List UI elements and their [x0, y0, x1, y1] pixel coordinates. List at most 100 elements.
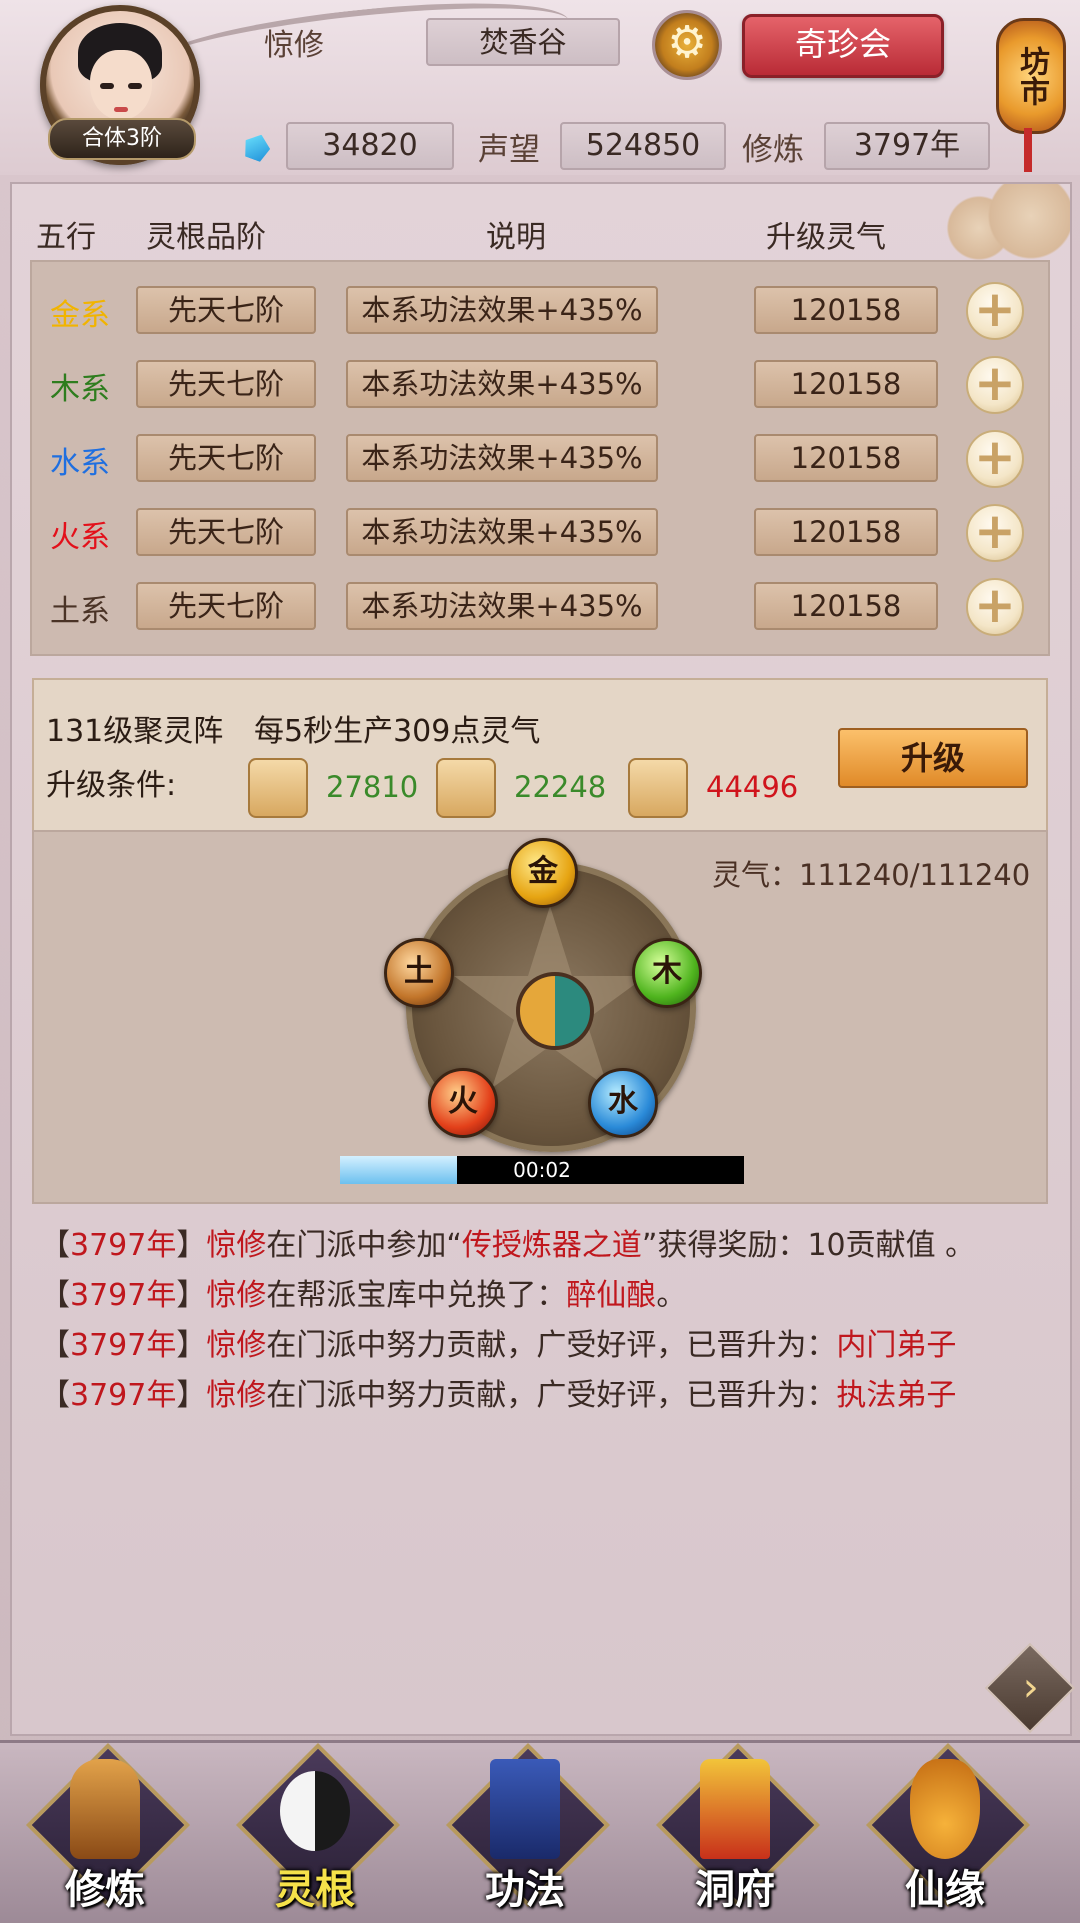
- nav-label: 灵根: [275, 1867, 355, 1913]
- grade-cell: 先天七阶: [136, 582, 316, 630]
- upgrade-plus-button[interactable]: +: [966, 356, 1024, 414]
- metal-orb[interactable]: 金: [508, 838, 578, 908]
- nav-label: 洞府: [695, 1867, 775, 1913]
- cultivation-years: 3797年: [824, 122, 990, 170]
- log-text-end: ”获得奖励：10贡献值 。: [641, 1228, 976, 1263]
- log-highlight: 内门弟子: [836, 1328, 957, 1363]
- cost-cell: 120158: [754, 360, 938, 408]
- log-text: 在门派中努力贡献，广受好评，已晋升为：: [266, 1328, 837, 1363]
- upgrade-button[interactable]: 升级: [838, 728, 1028, 788]
- table-row: 土系 先天七阶 本系功法效果+435% 120158 +: [32, 572, 1048, 642]
- description-cell: 本系功法效果+435%: [346, 508, 658, 556]
- log-year: 3797年: [70, 1278, 177, 1313]
- nav-fate[interactable]: 仙缘: [860, 1742, 1031, 1921]
- grade-cell: 先天七阶: [136, 286, 316, 334]
- cloud-decoration: [940, 184, 1070, 264]
- log-highlight: 醉仙酿: [566, 1278, 657, 1313]
- log-entry: 【3797年】惊修在帮派宝库中兑换了：醉仙酿。: [40, 1278, 687, 1313]
- manual-icon: [490, 1759, 560, 1859]
- nav-label: 修炼: [65, 1867, 145, 1913]
- ore-cost: 27810: [326, 770, 419, 804]
- gear-icon[interactable]: ⚙: [652, 10, 722, 80]
- herb-icon: [628, 758, 688, 818]
- spirit-root-table: 金系 先天七阶 本系功法效果+435% 120158 + 木系 先天七阶 本系功…: [30, 260, 1050, 656]
- element-name: 火系: [50, 520, 110, 555]
- array-production: 每5秒生产309点灵气: [254, 714, 541, 749]
- lantern-tassel: [1024, 128, 1032, 172]
- wood-icon: [436, 758, 496, 818]
- log-player: 惊修: [206, 1328, 267, 1363]
- cost-cell: 120158: [754, 582, 938, 630]
- log-entry: 【3797年】惊修在门派中参加“传授炼器之道”获得奖励：10贡献值 。: [40, 1228, 976, 1263]
- header-description: 说明: [486, 220, 546, 255]
- upgrade-plus-button[interactable]: +: [966, 504, 1024, 562]
- log-year: 3797年: [70, 1228, 177, 1263]
- table-row: 金系 先天七阶 本系功法效果+435% 120158 +: [32, 276, 1048, 346]
- nav-cultivate[interactable]: 修炼: [20, 1742, 191, 1921]
- market-sign: 坊市: [996, 18, 1066, 134]
- log-text: 在帮派宝库中兑换了：: [266, 1278, 567, 1313]
- header-grade: 灵根品阶: [146, 220, 266, 255]
- grade-cell: 先天七阶: [136, 434, 316, 482]
- log-player: 惊修: [206, 1378, 267, 1413]
- description-cell: 本系功法效果+435%: [346, 582, 658, 630]
- log-text-end: 。: [656, 1278, 687, 1313]
- description-cell: 本系功法效果+435%: [346, 286, 658, 334]
- sect-name: 焚香谷: [426, 18, 620, 66]
- reputation-value: 524850: [560, 122, 726, 170]
- top-bar: 合体3阶 惊修 焚香谷 ⚙ 奇珍会 坊市 34820 声望 524850 修炼 …: [0, 0, 1080, 175]
- earth-orb[interactable]: 土: [384, 938, 454, 1008]
- gem-count: 34820: [286, 122, 454, 170]
- log-text: 在门派中努力贡献，广受好评，已晋升为：: [266, 1378, 837, 1413]
- lingqi-counter: 灵气：111240/111240: [712, 858, 1031, 892]
- player-name: 惊修: [264, 28, 324, 63]
- grade-cell: 先天七阶: [136, 508, 316, 556]
- nav-label: 功法: [485, 1867, 565, 1913]
- element-name: 土系: [50, 594, 110, 629]
- upgrade-plus-button[interactable]: +: [966, 430, 1024, 488]
- grade-cell: 先天七阶: [136, 360, 316, 408]
- log-highlight: 传授炼器之道: [461, 1228, 642, 1263]
- avatar-eye-left: [100, 83, 114, 89]
- table-row: 木系 先天七阶 本系功法效果+435% 120158 +: [32, 350, 1048, 420]
- water-orb[interactable]: 水: [588, 1068, 658, 1138]
- nav-cave[interactable]: 洞府: [650, 1742, 821, 1921]
- array-level: 131级聚灵阵: [46, 714, 224, 749]
- cultivation-label: 修炼: [742, 132, 804, 168]
- log-entry: 【3797年】惊修在门派中努力贡献，广受好评，已晋升为：执法弟子: [40, 1378, 957, 1413]
- log-player: 惊修: [206, 1278, 267, 1313]
- header-element: 五行: [36, 220, 96, 255]
- upgrade-condition-label: 升级条件:: [46, 768, 177, 803]
- avatar-mouth: [114, 107, 128, 112]
- log-highlight: 执法弟子: [836, 1378, 957, 1413]
- gather-progress-bar: 00:02: [340, 1156, 744, 1184]
- market-lantern-button[interactable]: 坊市: [990, 0, 1068, 175]
- gather-array-panel: 131级聚灵阵 每5秒生产309点灵气 升级条件: 27810 22248 44…: [32, 678, 1048, 832]
- nav-label: 仙缘: [905, 1867, 985, 1913]
- wood-orb[interactable]: 木: [632, 938, 702, 1008]
- upgrade-plus-button[interactable]: +: [966, 282, 1024, 340]
- herb-cost: 44496: [706, 770, 799, 804]
- spirit-root-icon: [280, 1771, 350, 1851]
- upgrade-plus-button[interactable]: +: [966, 578, 1024, 636]
- cave-icon: [700, 1759, 770, 1859]
- nav-spirit-root[interactable]: 灵根: [230, 1742, 401, 1921]
- progress-timer: 00:02: [513, 1158, 571, 1182]
- element-name: 水系: [50, 446, 110, 481]
- bottom-nav: 修炼 灵根 功法 洞府 仙缘: [0, 1740, 1080, 1923]
- log-year: 3797年: [70, 1378, 177, 1413]
- log-player: 惊修: [206, 1228, 267, 1263]
- rank-badge: 合体3阶: [48, 118, 196, 160]
- table-row: 水系 先天七阶 本系功法效果+435% 120158 +: [32, 424, 1048, 494]
- event-log: 【3797年】惊修在门派中参加“传授炼器之道”获得奖励：10贡献值 。 【379…: [40, 1222, 1040, 1422]
- cost-cell: 120158: [754, 286, 938, 334]
- cultivate-icon: [70, 1759, 140, 1859]
- log-entry: 【3797年】惊修在门派中努力贡献，广受好评，已晋升为：内门弟子: [40, 1328, 957, 1363]
- treasure-auction-button[interactable]: 奇珍会: [742, 14, 944, 78]
- header-upgrade-cost: 升级灵气: [766, 220, 886, 255]
- avatar-eye-right: [128, 83, 142, 89]
- table-row: 火系 先天七阶 本系功法效果+435% 120158 +: [32, 498, 1048, 568]
- fire-orb[interactable]: 火: [428, 1068, 498, 1138]
- yinyang-icon: [516, 972, 594, 1050]
- nav-manual[interactable]: 功法: [440, 1742, 611, 1921]
